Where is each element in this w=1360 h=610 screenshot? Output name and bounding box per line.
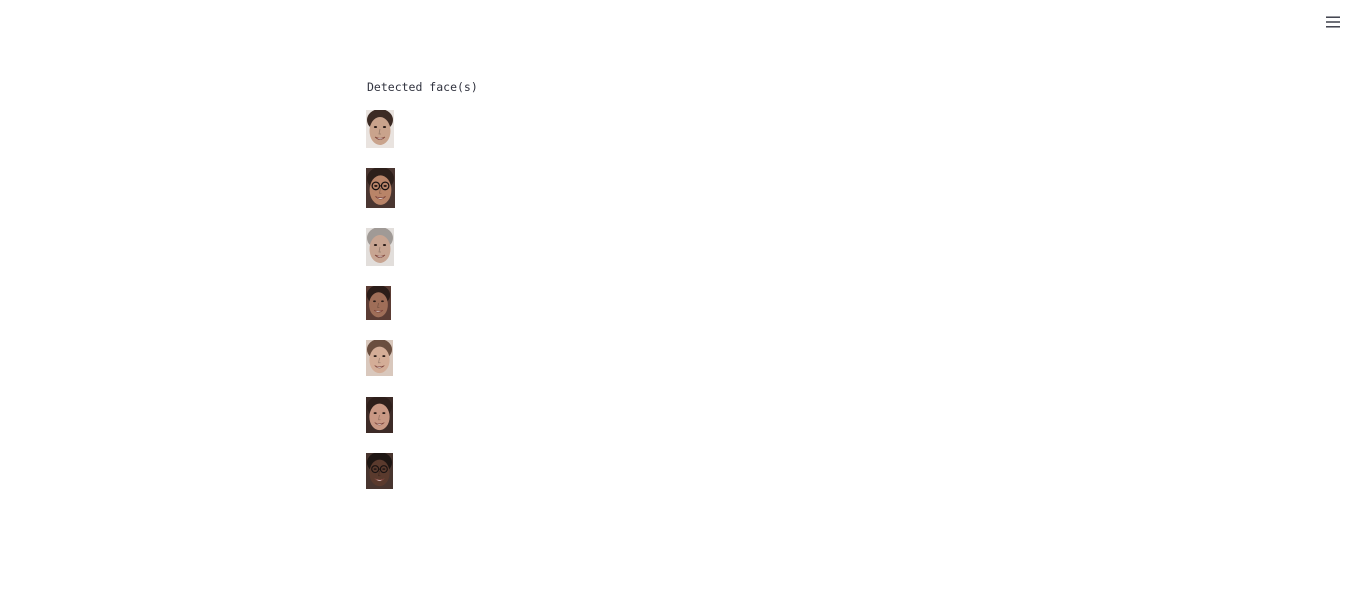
main-content: Detected face(s) — [366, 79, 994, 489]
main-menu-button[interactable] — [1322, 12, 1344, 32]
face-thumbnail — [366, 110, 394, 148]
hamburger-menu-icon — [1326, 16, 1340, 28]
face-thumbnail — [366, 453, 393, 489]
face-thumbnail — [366, 340, 393, 376]
detected-faces-heading: Detected face(s) — [367, 80, 478, 94]
face-thumbnail — [366, 168, 395, 208]
face-thumbnail — [366, 286, 391, 320]
face-thumbnail — [366, 228, 394, 266]
face-thumbnail — [366, 397, 393, 433]
